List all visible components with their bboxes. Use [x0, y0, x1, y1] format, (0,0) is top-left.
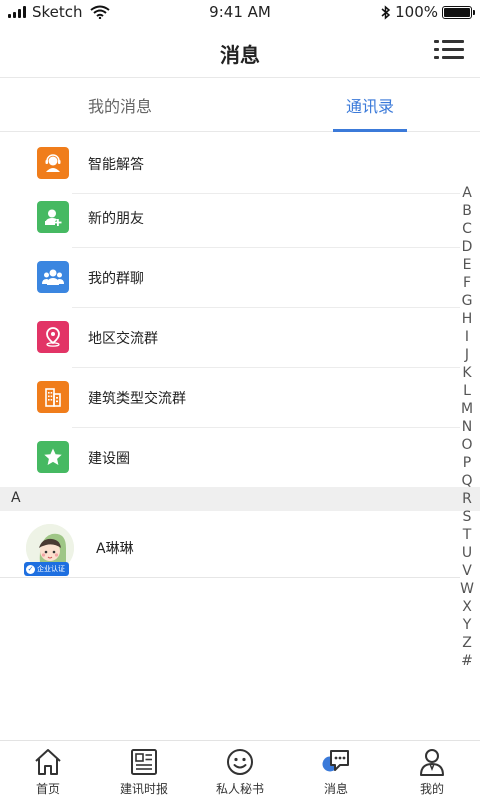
entry-label: 建筑类型交流群 [88, 391, 186, 407]
entry-new-friends[interactable]: 新的朋友 [0, 188, 460, 248]
nav-bar: 消息 [0, 24, 480, 78]
contact-row[interactable]: ✓ 企业认证 A琳琳 [0, 512, 460, 578]
nav-label: 建讯时报 [119, 782, 168, 796]
tab-bar: 我的消息 通讯录 [0, 80, 480, 132]
battery-percent: 100% [395, 3, 438, 21]
nav-mine[interactable]: 我的 [384, 741, 480, 800]
hamburger-menu-icon[interactable] [434, 38, 464, 62]
badge-label: 企业认证 [37, 565, 65, 573]
entry-label: 我的群聊 [88, 271, 144, 287]
index-letter[interactable]: W [460, 580, 474, 598]
index-letter[interactable]: Q [460, 472, 474, 490]
index-letter[interactable]: V [460, 562, 474, 580]
index-letter[interactable]: E [460, 256, 474, 274]
headset-user-icon [37, 147, 69, 179]
entry-regional-groups[interactable]: 地区交流群 [0, 308, 460, 368]
star-icon [37, 441, 69, 473]
group-icon [37, 261, 69, 293]
check-icon: ✓ [26, 564, 35, 574]
index-letter[interactable]: R [460, 490, 474, 508]
smiley-icon [227, 749, 253, 775]
nav-secretary[interactable]: 私人秘书 [192, 741, 288, 800]
status-bar: Sketch 9:41 AM 100% [0, 0, 480, 24]
nav-messages[interactable]: 消息 [288, 741, 384, 800]
index-letter[interactable]: N [460, 418, 474, 436]
nav-label: 首页 [35, 782, 60, 796]
index-letter[interactable]: Y [460, 616, 474, 634]
battery-group: 100% [381, 3, 475, 21]
entry-label: 地区交流群 [88, 331, 158, 347]
page-title: 消息 [220, 43, 260, 67]
index-letter[interactable]: # [460, 652, 474, 670]
index-letter[interactable]: B [460, 202, 474, 220]
entry-label: 建设圈 [88, 451, 130, 467]
index-letter[interactable]: J [460, 346, 474, 364]
index-letter[interactable]: P [460, 454, 474, 472]
index-letter[interactable]: D [460, 238, 474, 256]
contact-name: A琳琳 [96, 541, 134, 557]
tab-my-messages[interactable]: 我的消息 [0, 80, 240, 132]
index-letter[interactable]: L [460, 382, 474, 400]
home-icon [35, 749, 61, 775]
entry-construction-circle[interactable]: 建设圈 [0, 428, 460, 488]
index-letter[interactable]: C [460, 220, 474, 238]
nav-home[interactable]: 首页 [0, 741, 96, 800]
section-header: A [0, 487, 480, 511]
add-user-icon [37, 201, 69, 233]
index-letter[interactable]: F [460, 274, 474, 292]
message-icon [322, 750, 349, 772]
index-letter[interactable]: G [460, 292, 474, 310]
index-letter[interactable]: O [460, 436, 474, 454]
index-letter[interactable]: X [460, 598, 474, 616]
bottom-nav: 首页 建讯时报 私人秘书 消息 我的 [0, 740, 480, 800]
entry-label: 智能解答 [88, 157, 144, 173]
nav-label: 我的 [419, 782, 444, 796]
index-letter[interactable]: S [460, 508, 474, 526]
entry-label: 新的朋友 [88, 211, 144, 227]
alphabet-index-bar[interactable]: A B C D E F G H I J K L M N O P Q R S T U V W X Y Z # [460, 184, 474, 670]
newspaper-icon [131, 749, 157, 775]
section-letter: A [11, 490, 21, 506]
user-icon [420, 749, 444, 776]
index-letter[interactable]: U [460, 544, 474, 562]
nav-news[interactable]: 建讯时报 [96, 741, 192, 800]
nav-label: 消息 [323, 782, 348, 796]
entry-smart-answer[interactable]: 智能解答 [0, 134, 460, 194]
verified-badge: ✓ 企业认证 [24, 562, 69, 576]
index-letter[interactable]: T [460, 526, 474, 544]
index-letter[interactable]: A [460, 184, 474, 202]
index-letter[interactable]: Z [460, 634, 474, 652]
index-letter[interactable]: K [460, 364, 474, 382]
building-icon [37, 381, 69, 413]
index-letter[interactable]: M [460, 400, 474, 418]
bluetooth-icon [381, 4, 391, 20]
location-pin-icon [37, 321, 69, 353]
index-letter[interactable]: I [460, 328, 474, 346]
tab-indicator [333, 129, 407, 132]
entry-my-groups[interactable]: 我的群聊 [0, 248, 460, 308]
tab-contacts[interactable]: 通讯录 [250, 80, 480, 132]
index-letter[interactable]: H [460, 310, 474, 328]
battery-icon [442, 5, 475, 19]
entry-building-type-groups[interactable]: 建筑类型交流群 [0, 368, 460, 428]
nav-label: 私人秘书 [215, 782, 264, 796]
